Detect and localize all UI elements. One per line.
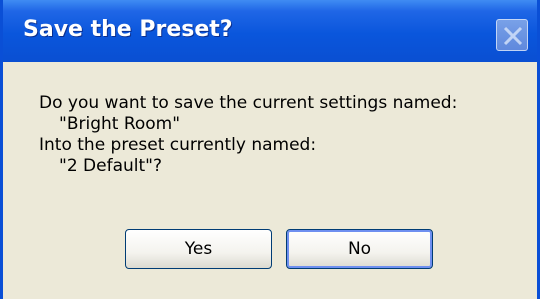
dialog-message: Do you want to save the current settings… xyxy=(3,93,537,177)
no-button[interactable]: No xyxy=(286,229,433,269)
message-line-2: Into the preset currently named: xyxy=(39,135,317,155)
current-settings-name: "Bright Room" xyxy=(59,114,181,134)
close-button[interactable] xyxy=(496,19,528,51)
dialog-bottom-edge xyxy=(3,289,537,299)
close-icon xyxy=(503,26,523,46)
preset-name: "2 Default"? xyxy=(59,156,162,176)
save-preset-dialog: Save the Preset? Do you want to save the… xyxy=(0,0,540,299)
yes-button[interactable]: Yes xyxy=(125,229,272,269)
message-line-1: Do you want to save the current settings… xyxy=(39,93,458,113)
dialog-title: Save the Preset? xyxy=(23,17,233,42)
title-bar[interactable]: Save the Preset? xyxy=(3,0,537,62)
